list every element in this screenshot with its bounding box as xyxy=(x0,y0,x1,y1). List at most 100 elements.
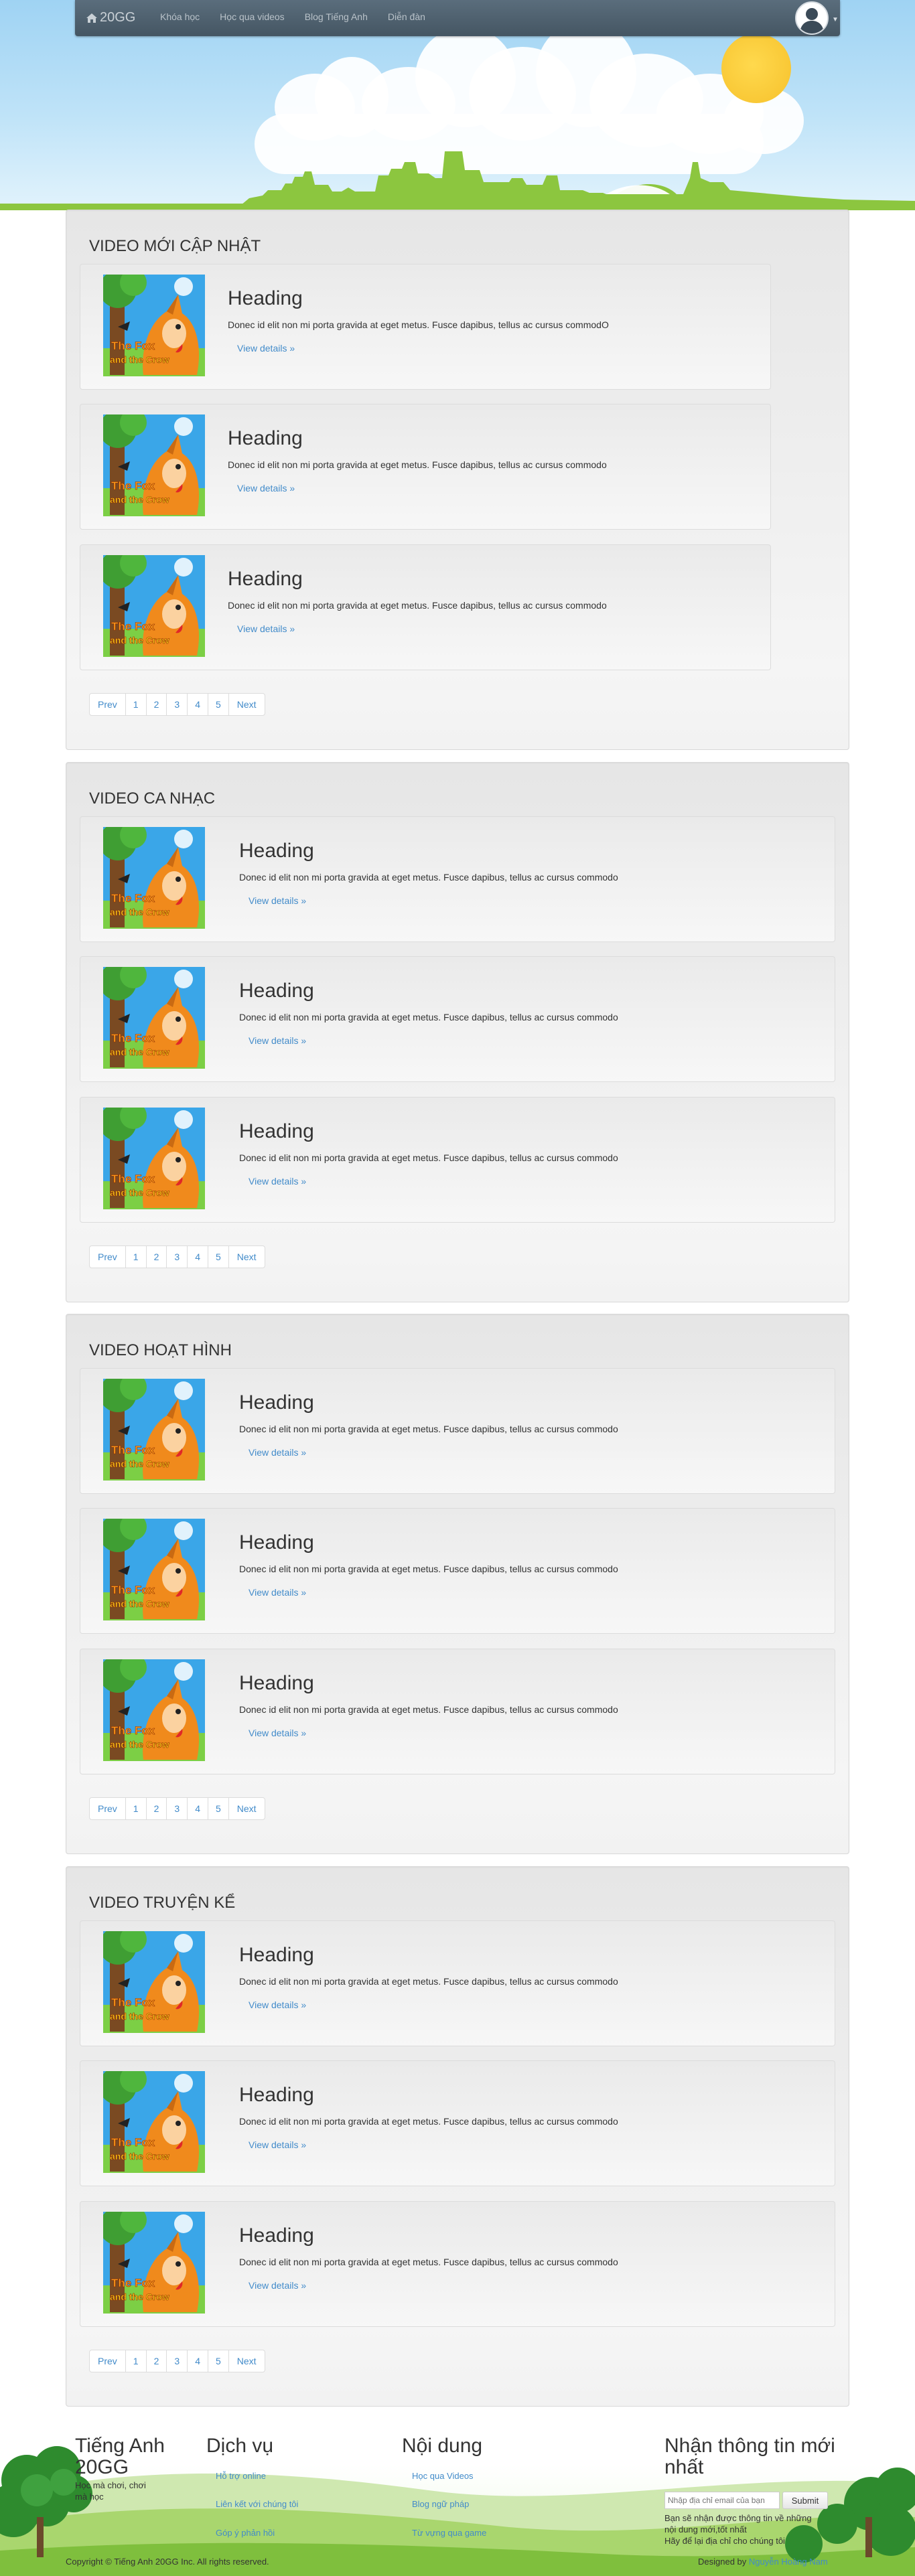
section-title: VIDEO TRUYỆN KỂ xyxy=(89,1894,236,1912)
pagination-page[interactable]: 1 xyxy=(126,1798,147,1819)
video-thumbnail[interactable]: The Fox and the Crow xyxy=(103,1931,205,2033)
video-thumbnail[interactable]: The Fox and the Crow xyxy=(103,1108,205,1209)
pagination-page[interactable]: 3 xyxy=(167,694,188,715)
newsletter-email-input[interactable] xyxy=(664,2492,780,2509)
video-thumbnail-illustration: The Fox and the Crow xyxy=(103,1931,205,2033)
nav-link-courses[interactable]: Khóa học xyxy=(150,11,210,22)
video-card[interactable]: The Fox and the Crow Heading Donec id elit … xyxy=(80,404,771,530)
pagination-page[interactable]: 3 xyxy=(167,1798,188,1819)
video-thumbnail[interactable]: The Fox and the Crow xyxy=(103,555,205,657)
pagination-page[interactable]: 2 xyxy=(147,2350,167,2372)
video-card[interactable]: The Fox and the Crow Heading Donec id elit … xyxy=(80,816,835,942)
section-title: VIDEO CA NHẠC xyxy=(89,789,216,808)
thumbnail-title-line-2: and the Crow xyxy=(110,1187,169,1198)
view-details-link[interactable]: View details » xyxy=(249,1587,306,1598)
card-heading: Heading xyxy=(239,1672,314,1694)
view-details-link[interactable]: View details » xyxy=(249,1176,306,1187)
nav-link-blog[interactable]: Blog Tiếng Anh xyxy=(295,11,378,22)
thumbnail-title-line-2: and the Crow xyxy=(110,2291,169,2302)
designer-link[interactable]: Nguyễn Hoàng Nam xyxy=(749,2557,828,2567)
video-thumbnail[interactable]: The Fox and the Crow xyxy=(103,1519,205,1620)
video-card[interactable]: The Fox and the Crow Heading Donec id elit … xyxy=(80,2060,835,2186)
footer-link-feedback[interactable]: Góp ý phản hồi xyxy=(216,2528,275,2538)
pagination-prev[interactable]: Prev xyxy=(90,1798,126,1819)
footer-link-grammar[interactable]: Blog ngữ pháp xyxy=(412,2499,469,2509)
thumbnail-title-line-1: The Fox xyxy=(111,1996,155,2009)
pagination-page[interactable]: 1 xyxy=(126,1246,147,1268)
video-thumbnail[interactable]: The Fox and the Crow xyxy=(103,414,205,516)
video-card[interactable]: The Fox and the Crow Heading Donec id elit … xyxy=(80,264,771,390)
video-card[interactable]: The Fox and the Crow Heading Donec id elit … xyxy=(80,2201,835,2327)
video-card[interactable]: The Fox and the Crow Heading Donec id elit … xyxy=(80,1508,835,1634)
video-thumbnail-illustration: The Fox and the Crow xyxy=(103,1108,205,1209)
video-card[interactable]: The Fox and the Crow Heading Donec id elit … xyxy=(80,1649,835,1774)
pagination-page[interactable]: 5 xyxy=(208,2350,229,2372)
footer-link-vocabulary[interactable]: Từ vựng qua game xyxy=(412,2528,486,2538)
view-details-link[interactable]: View details » xyxy=(249,1447,306,1458)
view-details-link[interactable]: View details » xyxy=(249,895,306,906)
video-thumbnail-illustration: The Fox and the Crow xyxy=(103,1659,205,1761)
video-thumbnail-illustration: The Fox and the Crow xyxy=(103,555,205,657)
footer-link-videos[interactable]: Học qua Videos xyxy=(412,2471,474,2481)
pagination-page[interactable]: 4 xyxy=(188,2350,208,2372)
pagination-prev[interactable]: Prev xyxy=(90,2350,126,2372)
pagination-page[interactable]: 4 xyxy=(188,1798,208,1819)
view-details-link[interactable]: View details » xyxy=(249,1035,306,1046)
designed-by-prefix: Designed by xyxy=(698,2557,747,2567)
nav-link-forum[interactable]: Diễn đàn xyxy=(378,11,435,22)
pagination-next[interactable]: Next xyxy=(229,2350,265,2372)
pagination-page[interactable]: 4 xyxy=(188,1246,208,1268)
pagination-page[interactable]: 1 xyxy=(126,2350,147,2372)
view-details-link[interactable]: View details » xyxy=(237,343,295,354)
card-description: Donec id elit non mi porta gravida at eg… xyxy=(239,1564,618,1574)
video-thumbnail[interactable]: The Fox and the Crow xyxy=(103,1659,205,1761)
chevron-down-icon[interactable]: ▼ xyxy=(832,16,839,23)
view-details-link[interactable]: View details » xyxy=(249,2280,306,2291)
pagination-next[interactable]: Next xyxy=(229,1798,265,1819)
footer-services-title: Dịch vụ xyxy=(206,2435,274,2457)
video-card[interactable]: The Fox and the Crow Heading Donec id elit … xyxy=(80,544,771,670)
pagination-page[interactable]: 1 xyxy=(126,694,147,715)
newsletter-submit-button[interactable]: Submit xyxy=(782,2492,828,2509)
pagination-next[interactable]: Next xyxy=(229,1246,265,1268)
brand-logo[interactable]: 20GG xyxy=(86,10,135,25)
pagination-next[interactable]: Next xyxy=(229,694,265,715)
video-thumbnail[interactable]: The Fox and the Crow xyxy=(103,2212,205,2314)
section-title: VIDEO HOẠT HÌNH xyxy=(89,1341,232,1359)
footer-link-support[interactable]: Hỗ trợ online xyxy=(216,2471,266,2481)
video-card[interactable]: The Fox and the Crow Heading Donec id elit … xyxy=(80,1920,835,2046)
video-thumbnail[interactable]: The Fox and the Crow xyxy=(103,827,205,929)
pagination-page[interactable]: 3 xyxy=(167,1246,188,1268)
video-thumbnail[interactable]: The Fox and the Crow xyxy=(103,1379,205,1481)
view-details-link[interactable]: View details » xyxy=(249,2139,306,2150)
footer-link-partner[interactable]: Liên kết với chúng tôi xyxy=(216,2499,298,2509)
pagination-page[interactable]: 5 xyxy=(208,1246,229,1268)
view-details-link[interactable]: View details » xyxy=(237,483,295,494)
video-card[interactable]: The Fox and the Crow Heading Donec id elit … xyxy=(80,956,835,1082)
view-details-link[interactable]: View details » xyxy=(249,1728,306,1738)
video-card[interactable]: The Fox and the Crow Heading Donec id elit … xyxy=(80,1097,835,1223)
pagination-page[interactable]: 5 xyxy=(208,1798,229,1819)
view-details-link[interactable]: View details » xyxy=(249,1999,306,2010)
brand-text: 20GG xyxy=(100,10,136,25)
nav-link-videos[interactable]: Học qua videos xyxy=(210,11,295,22)
card-description: Donec id elit non mi porta gravida at eg… xyxy=(239,1704,618,1715)
video-thumbnail[interactable]: The Fox and the Crow xyxy=(103,2071,205,2173)
pagination-prev[interactable]: Prev xyxy=(90,694,126,715)
pagination-page[interactable]: 4 xyxy=(188,694,208,715)
pagination-page[interactable]: 5 xyxy=(208,694,229,715)
card-description: Donec id elit non mi porta gravida at eg… xyxy=(228,459,607,470)
card-heading: Heading xyxy=(239,1944,314,1966)
pagination-page[interactable]: 2 xyxy=(147,694,167,715)
pagination-prev[interactable]: Prev xyxy=(90,1246,126,1268)
pagination-page[interactable]: 3 xyxy=(167,2350,188,2372)
user-avatar[interactable] xyxy=(795,1,829,35)
view-details-link[interactable]: View details » xyxy=(237,623,295,634)
pagination-page[interactable]: 2 xyxy=(147,1798,167,1819)
video-thumbnail[interactable]: The Fox and the Crow xyxy=(103,275,205,376)
video-thumbnail[interactable]: The Fox and the Crow xyxy=(103,967,205,1069)
pagination-page[interactable]: 2 xyxy=(147,1246,167,1268)
footer-newsletter-title: Nhận thông tin mới nhất xyxy=(664,2435,835,2478)
video-card[interactable]: The Fox and the Crow Heading Donec id elit … xyxy=(80,1368,835,1494)
designed-by: Designed by Nguyễn Hoàng Nam xyxy=(698,2557,828,2567)
